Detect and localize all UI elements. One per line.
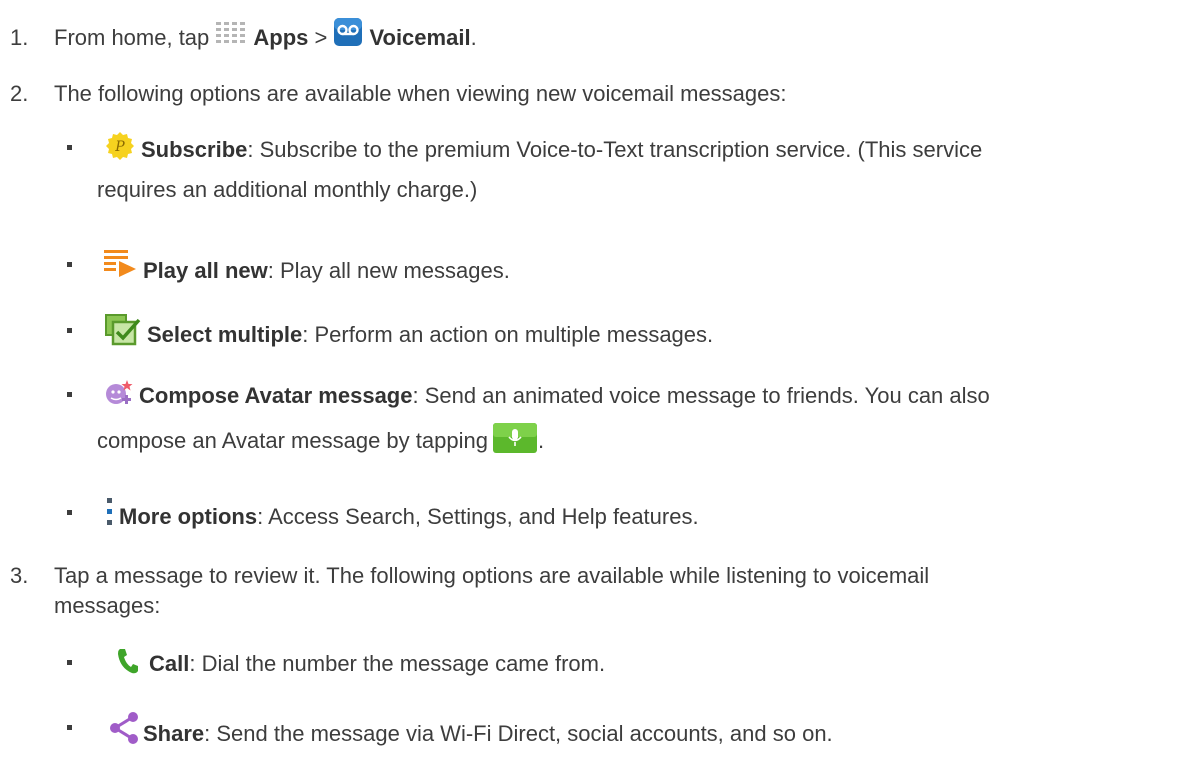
bullet-marker bbox=[67, 660, 72, 665]
option-subscribe: P Subscribe: Subscribe to the premium Vo… bbox=[67, 131, 1157, 208]
call-icon bbox=[117, 647, 139, 686]
svg-text:P: P bbox=[114, 139, 125, 155]
play-all-icon bbox=[103, 248, 137, 291]
step-number: 3. bbox=[10, 563, 29, 588]
apps-label: Apps bbox=[253, 25, 309, 50]
option-call: Call: Dial the number the message came f… bbox=[67, 646, 1157, 686]
option-label: Subscribe bbox=[141, 137, 248, 162]
option-label: More options bbox=[119, 504, 258, 529]
step-2: 2. The following options are available wh… bbox=[10, 77, 1170, 111]
apps-grid-icon bbox=[215, 21, 249, 55]
option-description: : Dial the number the message came from. bbox=[189, 651, 606, 676]
step-3-continued: messages: bbox=[54, 593, 161, 618]
avatar-message-icon bbox=[105, 379, 133, 418]
mic-button-icon bbox=[492, 422, 538, 465]
step-number: 2. bbox=[10, 81, 29, 106]
option-description: : Send the message via Wi-Fi Direct, soc… bbox=[204, 721, 833, 746]
option-label: Compose Avatar message bbox=[139, 383, 413, 408]
option-label: Select multiple bbox=[147, 322, 303, 347]
option-description: : Perform an action on multiple messages… bbox=[302, 322, 714, 347]
subscribe-icon: P bbox=[105, 131, 135, 172]
option-end: . bbox=[537, 428, 545, 453]
option-label: Play all new bbox=[143, 258, 268, 283]
option-description-continued: requires an additional monthly charge.) bbox=[97, 177, 478, 202]
document-page: 1. From home, tap Apps > Voicemail. 2. The bbox=[0, 0, 1190, 763]
option-label: Call bbox=[149, 651, 190, 676]
share-icon bbox=[109, 711, 139, 756]
option-description: : Subscribe to the premium Voice-to-Text… bbox=[247, 137, 983, 162]
step-3: 3. Tap a message to review it. The follow… bbox=[10, 559, 1170, 593]
voicemail-app-icon bbox=[333, 17, 363, 57]
option-more-options: More options: Access Search, Settings, a… bbox=[67, 496, 1157, 539]
bullet-marker bbox=[67, 145, 72, 150]
option-play-all-new: Play all new: Play all new messages. bbox=[67, 248, 1157, 291]
step-number: 1. bbox=[10, 25, 29, 50]
option-share: Share: Send the message via Wi-Fi Direct… bbox=[67, 711, 1157, 756]
bullet-marker bbox=[67, 262, 72, 267]
step-1: 1. From home, tap Apps > Voicemail. bbox=[10, 17, 1170, 57]
option-description: : Access Search, Settings, and Help feat… bbox=[257, 504, 699, 529]
bullet-marker bbox=[67, 725, 72, 730]
option-compose-avatar: Compose Avatar message: Send an animated… bbox=[67, 378, 1157, 465]
bullet-marker bbox=[67, 392, 72, 397]
option-description-continued: compose an Avatar message by tapping bbox=[97, 428, 488, 453]
option-description: : Play all new messages. bbox=[267, 258, 510, 283]
step-text: The following options are available when… bbox=[54, 81, 787, 106]
option-description: : Send an animated voice message to frie… bbox=[412, 383, 990, 408]
step-text: From home, tap bbox=[54, 25, 216, 50]
voicemail-label: Voicemail bbox=[369, 25, 471, 50]
bullet-marker bbox=[67, 328, 72, 333]
option-select-multiple: Select multiple: Perform an action on mu… bbox=[67, 314, 1157, 357]
step-text: Tap a message to review it. The followin… bbox=[54, 563, 930, 588]
separator: > bbox=[308, 25, 334, 50]
select-multiple-icon bbox=[105, 314, 141, 357]
option-label: Share bbox=[143, 721, 205, 746]
bullet-marker bbox=[67, 510, 72, 515]
step-end: . bbox=[470, 25, 477, 50]
more-options-icon bbox=[105, 496, 115, 539]
